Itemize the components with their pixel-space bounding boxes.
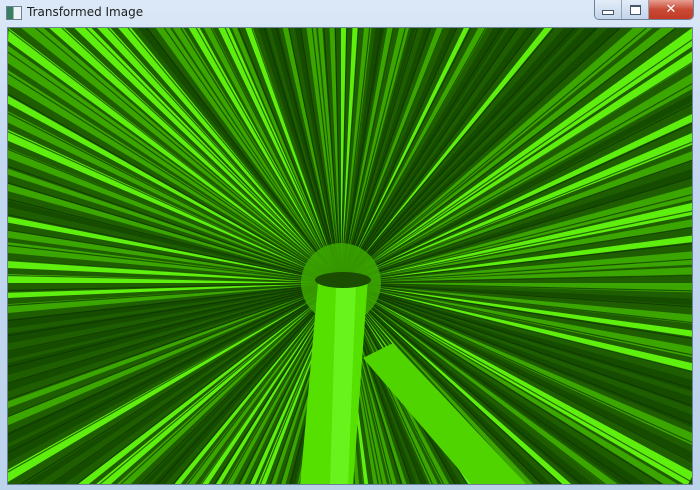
minimize-icon <box>602 9 614 15</box>
close-button[interactable]: ✕ <box>649 0 693 19</box>
maximize-icon <box>629 4 641 15</box>
minimize-button[interactable] <box>595 0 622 19</box>
title-bar[interactable]: Transformed Image ✕ <box>0 0 700 26</box>
close-icon: ✕ <box>665 2 677 17</box>
palm-leaf-image <box>8 28 692 484</box>
window-controls: ✕ <box>594 0 694 20</box>
window-title: Transformed Image <box>27 5 144 19</box>
image-window: Transformed Image ✕ <box>0 0 700 490</box>
transformed-image <box>7 27 693 485</box>
maximize-button[interactable] <box>622 0 649 19</box>
app-icon[interactable] <box>6 6 22 20</box>
stem-collar <box>315 272 371 288</box>
